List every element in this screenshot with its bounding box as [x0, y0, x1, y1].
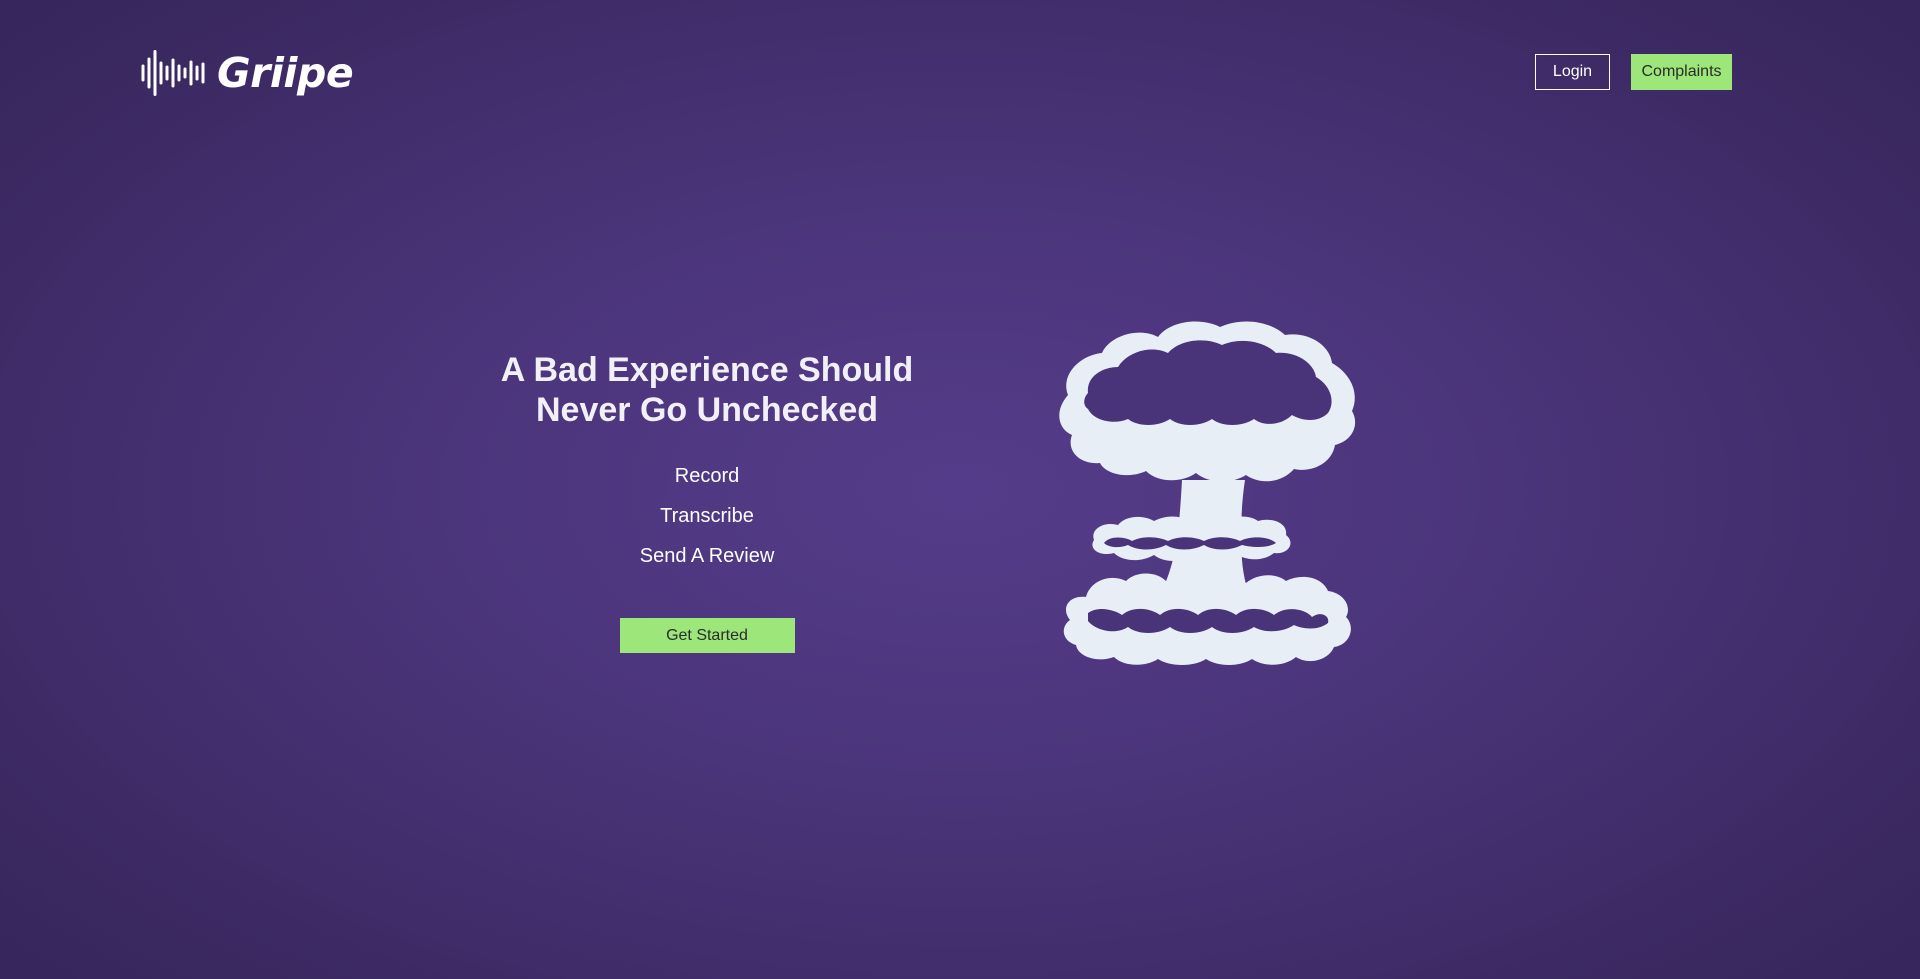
top-nav: Login Complaints: [1535, 54, 1732, 90]
feature-record: Record: [674, 465, 740, 487]
soundwave-icon: [141, 50, 205, 96]
mushroom-cloud-icon: [1059, 321, 1356, 665]
feature-send-review: Send A Review: [639, 545, 775, 567]
brand-name: Griipe: [217, 49, 354, 97]
feature-list: Record Transcribe Send A Review: [467, 464, 947, 568]
get-started-button[interactable]: Get Started: [619, 618, 795, 653]
hero-section: A Bad Experience Should Never Go Uncheck…: [467, 350, 947, 653]
complaints-button[interactable]: Complaints: [1631, 54, 1732, 90]
hero-title-line1: A Bad Experience Should: [500, 351, 914, 389]
logo[interactable]: Griipe: [141, 49, 354, 97]
login-button[interactable]: Login: [1535, 54, 1610, 90]
feature-transcribe: Transcribe: [660, 505, 754, 527]
hero-title-line2: Never Go Unchecked: [535, 391, 879, 429]
site-header: Griipe Login Complaints: [0, 0, 1920, 145]
hero-title: A Bad Experience Should Never Go Uncheck…: [467, 350, 947, 430]
